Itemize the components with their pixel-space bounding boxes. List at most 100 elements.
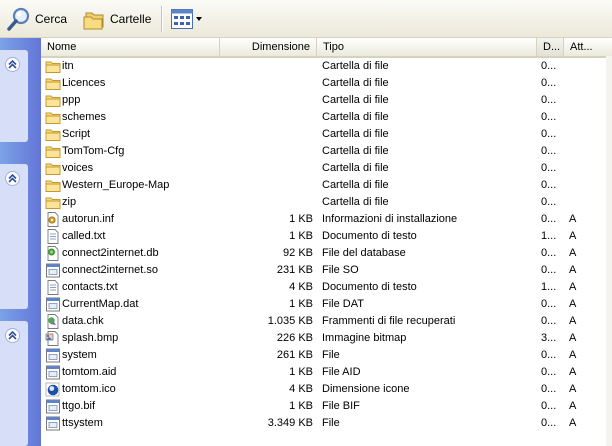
task-pane	[0, 38, 41, 446]
file-row[interactable]: ttsystem 3.349 KB File 0... A	[41, 415, 612, 432]
file-attributes	[569, 143, 599, 160]
file-row[interactable]: Script Cartella di file 0...	[41, 126, 612, 143]
file-date: 0...	[541, 298, 557, 310]
column-header: Nome Dimensione Tipo D... Att...	[41, 38, 612, 58]
file-name: Western_Europe-Map	[62, 179, 170, 191]
file-row[interactable]: tomtom.aid 1 KB File AID 0... A	[41, 364, 612, 381]
file-name: voices	[62, 162, 94, 174]
file-row[interactable]: connect2internet.db 92 KB File del databas…	[41, 245, 612, 262]
file-type: Cartella di file	[322, 196, 389, 208]
file-date: 0...	[541, 179, 557, 191]
views-button[interactable]	[168, 6, 205, 32]
column-type[interactable]: Tipo	[317, 38, 537, 56]
collapse-button-2[interactable]	[5, 171, 20, 186]
file-size: 1 KB	[289, 400, 313, 412]
file-type: Cartella di file	[322, 128, 389, 140]
file-row[interactable]: called.txt 1 KB Documento di testo 1... A	[41, 228, 612, 245]
generic-file-icon	[45, 348, 61, 363]
chevron-down-icon[interactable]	[196, 16, 203, 21]
file-name: ttsystem	[62, 417, 103, 429]
generic-file-icon	[45, 263, 61, 278]
file-attributes: A	[569, 366, 577, 378]
file-row[interactable]: TomTom-Cfg Cartella di file 0...	[41, 143, 612, 160]
file-row[interactable]: data.chk 1.035 KB Frammenti di file recupe…	[41, 313, 612, 330]
recovered-file-icon	[45, 314, 61, 329]
task-panel-2	[0, 164, 28, 309]
toolbar-separator	[161, 5, 163, 32]
file-date: 1...	[541, 230, 557, 242]
folder-icon	[45, 178, 61, 193]
file-date: 0...	[541, 349, 557, 361]
file-row[interactable]: splash.bmp 226 KB Immagine bitmap 3... A	[41, 330, 612, 347]
file-name: ttgo.bif	[62, 400, 96, 412]
file-row[interactable]: zip Cartella di file 0...	[41, 194, 612, 211]
double-chevron-up-icon	[8, 174, 17, 183]
file-type: Cartella di file	[322, 162, 389, 174]
column-name[interactable]: Nome	[41, 38, 220, 56]
file-name: ppp	[62, 94, 81, 106]
toolbar: Cerca Cartelle	[0, 0, 612, 38]
file-attributes: A	[569, 281, 577, 293]
file-row[interactable]: connect2internet.so 231 KB File SO 0... A	[41, 262, 612, 279]
column-size[interactable]: Dimensione	[220, 38, 317, 56]
setup-info-icon	[45, 212, 61, 227]
file-size	[221, 143, 313, 160]
folder-icon	[45, 161, 61, 176]
search-label: Cerca	[35, 11, 68, 26]
generic-file-icon	[45, 416, 61, 431]
file-attributes: A	[569, 332, 577, 344]
folder-icon	[45, 144, 61, 159]
file-type: Immagine bitmap	[322, 332, 407, 344]
file-attributes	[569, 92, 599, 109]
bitmap-icon	[45, 331, 61, 346]
search-button[interactable]: Cerca	[2, 5, 71, 33]
column-date[interactable]: D...	[537, 38, 564, 56]
file-row[interactable]: system 261 KB File 0... A	[41, 347, 612, 364]
file-row[interactable]: autorun.inf 1 KB Informazioni di installaz…	[41, 211, 612, 228]
folders-button[interactable]: Cartelle	[79, 5, 155, 33]
task-panel-1	[0, 50, 28, 142]
file-attributes: A	[569, 417, 577, 429]
file-size	[221, 58, 313, 75]
file-type: Cartella di file	[322, 77, 389, 89]
file-size	[221, 160, 313, 177]
column-attributes[interactable]: Att...	[564, 38, 612, 56]
file-size: 4 KB	[289, 281, 313, 293]
file-date: 0...	[541, 400, 557, 412]
file-name: connect2internet.db	[62, 247, 159, 259]
file-size: 3.349 KB	[267, 417, 313, 429]
file-row[interactable]: ppp Cartella di file 0...	[41, 92, 612, 109]
collapse-button-3[interactable]	[5, 328, 20, 343]
file-size	[221, 177, 313, 194]
file-row[interactable]: contacts.txt 4 KB Documento di testo 1... A	[41, 279, 612, 296]
file-size	[221, 126, 313, 143]
folders-label: Cartelle	[110, 11, 152, 26]
file-attributes	[569, 109, 599, 126]
file-type: Dimensione icone	[322, 383, 410, 395]
file-size: 4 KB	[289, 383, 313, 395]
folder-icon	[45, 127, 61, 142]
file-name: splash.bmp	[62, 332, 119, 344]
file-date: 0...	[541, 247, 557, 259]
file-date: 0...	[541, 77, 557, 89]
file-size: 1.035 KB	[267, 315, 313, 327]
file-row[interactable]: Licences Cartella di file 0...	[41, 75, 612, 92]
file-row[interactable]: CurrentMap.dat 1 KB File DAT 0... A	[41, 296, 612, 313]
file-row[interactable]: ttgo.bif 1 KB File BIF 0... A	[41, 398, 612, 415]
file-size: 1 KB	[289, 298, 313, 310]
file-name: itn	[62, 60, 74, 72]
file-attributes	[569, 126, 599, 143]
file-row[interactable]: voices Cartella di file 0...	[41, 160, 612, 177]
database-file-icon	[45, 246, 61, 261]
file-type: File	[322, 349, 340, 361]
file-row[interactable]: itn Cartella di file 0...	[41, 58, 612, 75]
folder-icon	[45, 195, 61, 210]
file-row[interactable]: Western_Europe-Map Cartella di file 0...	[41, 177, 612, 194]
file-attributes: A	[569, 264, 577, 276]
file-date: 0...	[541, 128, 557, 140]
file-type: File	[322, 417, 340, 429]
file-attributes: A	[569, 247, 577, 259]
file-row[interactable]: tomtom.ico 4 KB Dimensione icone 0... A	[41, 381, 612, 398]
file-row[interactable]: schemes Cartella di file 0...	[41, 109, 612, 126]
collapse-button-1[interactable]	[5, 57, 20, 72]
